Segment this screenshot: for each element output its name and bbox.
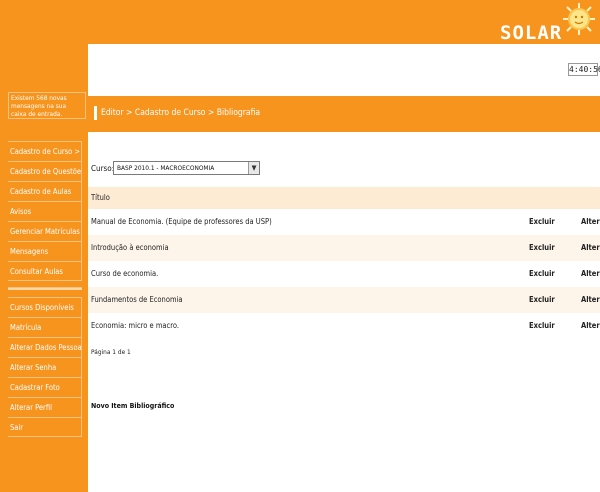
sidebar-item-alterar-dados-pessoais[interactable]: Alterar Dados Pessoais <box>8 337 82 357</box>
sun-icon <box>563 3 595 35</box>
sidebar-item-mensagens[interactable]: Mensagens <box>8 241 82 261</box>
breadcrumb: Editor > Cadastro de Curso > Bibliografi… <box>101 108 261 118</box>
sidebar-item-alterar-senha[interactable]: Alterar Senha <box>8 357 82 377</box>
edit-link[interactable]: Alterar <box>581 235 600 261</box>
row-title: Economia: micro e macro. <box>91 321 179 330</box>
course-select[interactable]: BASP 2010.1 - MACROECONOMIA ▼ <box>113 161 260 175</box>
sidebar-item-cursos-disponiveis[interactable]: Cursos Disponíveis <box>8 297 82 317</box>
row-title: Curso de economia. <box>91 269 159 278</box>
delete-link[interactable]: Excluir <box>529 209 555 235</box>
edit-link[interactable]: Alterar <box>581 313 600 339</box>
row-title: Introdução à economia <box>91 243 169 252</box>
edit-link[interactable]: Alterar <box>581 209 600 235</box>
sidebar-item-avisos[interactable]: Avisos <box>8 201 82 221</box>
bibliography-table: Título Manual de Economia. (Equipe de pr… <box>88 187 600 339</box>
table-row: Introdução à economia Excluir Alterar <box>88 235 600 261</box>
edit-link[interactable]: Alterar <box>581 261 600 287</box>
sidebar-item-consultar-aulas[interactable]: Consultar Aulas <box>8 261 82 281</box>
table-row: Curso de economia. Excluir Alterar <box>88 261 600 287</box>
delete-link[interactable]: Excluir <box>529 313 555 339</box>
table-row: Manual de Economia. (Equipe de professor… <box>88 209 600 235</box>
pagination-text: Página 1 de 1 <box>91 348 131 356</box>
delete-link[interactable]: Excluir <box>529 287 555 313</box>
sidebar-item-cadastro-de-questoes[interactable]: Cadastro de Questões <box>8 161 82 181</box>
sidebar-item-cadastro-de-aulas[interactable]: Cadastro de Aulas <box>8 181 82 201</box>
sidebar-divider <box>8 287 82 290</box>
sidebar-item-gerenciar-matriculas[interactable]: Gerenciar Matrículas <box>8 221 82 241</box>
sidebar-menu-editor: Cadastro de Curso > Cadastro de Questões… <box>8 141 82 281</box>
sidebar-item-alterar-perfil[interactable]: Alterar Perfil <box>8 397 82 417</box>
course-label: Curso: <box>91 164 115 173</box>
row-title: Manual de Economia. (Equipe de professor… <box>91 217 272 226</box>
edit-link[interactable]: Alterar <box>581 287 600 313</box>
sidebar-item-cadastrar-foto[interactable]: Cadastrar Foto <box>8 377 82 397</box>
delete-link[interactable]: Excluir <box>529 261 555 287</box>
chevron-down-icon[interactable]: ▼ <box>248 162 259 174</box>
table-header-title: Título <box>88 187 600 209</box>
solar-logo: SOLAR <box>500 22 563 44</box>
new-bibliography-item-link[interactable]: Novo Item Bibliográfico <box>91 402 174 410</box>
breadcrumb-marker <box>94 106 97 120</box>
sidebar-item-cadastro-de-curso[interactable]: Cadastro de Curso > <box>8 141 82 161</box>
course-select-value: BASP 2010.1 - MACROECONOMIA <box>117 164 215 172</box>
clock-display: 4:40:56 <box>568 63 600 76</box>
table-row: Fundamentos de Economia Excluir Alterar <box>88 287 600 313</box>
table-row: Economia: micro e macro. Excluir Alterar <box>88 313 600 339</box>
sidebar-item-sair[interactable]: Sair <box>8 417 82 437</box>
row-title: Fundamentos de Economia <box>91 295 183 304</box>
new-messages-notice[interactable]: Existem 568 novas mensagens na sua caixa… <box>8 92 86 119</box>
sidebar-menu-user: Cursos Disponíveis Matrícula Alterar Dad… <box>8 297 82 437</box>
sidebar-item-matricula[interactable]: Matrícula <box>8 317 82 337</box>
delete-link[interactable]: Excluir <box>529 235 555 261</box>
